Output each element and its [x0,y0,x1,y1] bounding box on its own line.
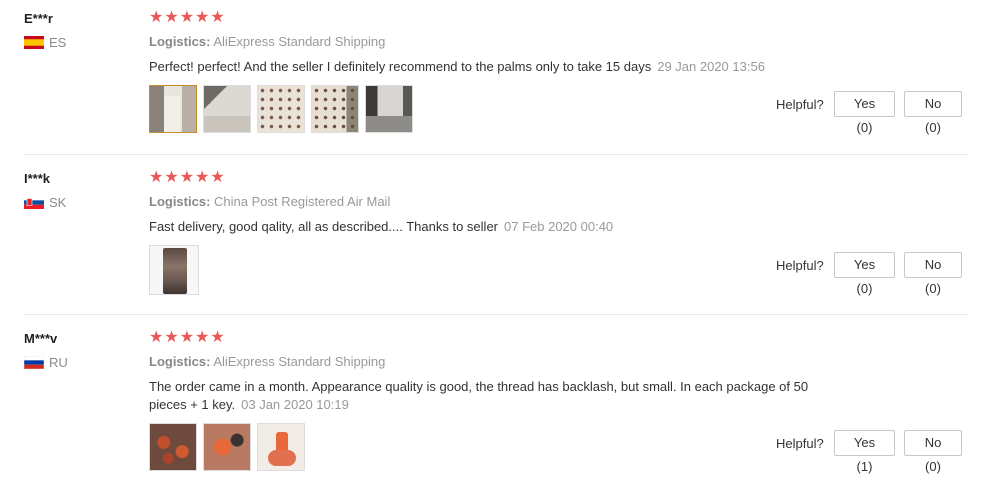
reviewer-country: ES [24,35,66,50]
spain-flag-icon [24,36,44,49]
review-comment: Fast delivery, good qality, all as descr… [149,218,849,236]
helpful-yes-button[interactable]: Yes (0) [834,91,895,135]
review-divider [24,154,968,155]
reviewer-name: E***r [24,11,53,26]
reviewer-country: SK [24,195,66,210]
review-photos [149,423,305,471]
reviewer-name: I***k [24,171,51,186]
helpful-yes-button[interactable]: Yes (0) [834,252,895,296]
logistics-label: Logistics: [149,354,211,369]
star-rating: ★★★★★ [149,329,226,346]
comment-text: Perfect! perfect! And the seller I defin… [149,59,652,74]
review-photos [149,85,413,133]
logistics-value: AliExpress Standard Shipping [213,354,386,369]
helpful-label: Helpful? [776,436,824,451]
review-photo-thumbnail[interactable] [257,85,305,133]
comment-text: Fast delivery, good qality, all as descr… [149,219,499,234]
review-comment: The order came in a month. Appearance qu… [149,378,849,414]
review-date: 07 Feb 2020 00:40 [504,219,614,234]
review-photo-thumbnail[interactable] [149,85,197,133]
logistics-info: Logistics: AliExpress Standard Shipping [149,354,385,369]
review-photo-thumbnail[interactable] [203,423,251,471]
country-code: SK [49,195,67,210]
russia-flag-icon [23,355,45,370]
helpful-no-button[interactable]: No (0) [904,252,962,296]
logistics-label: Logistics: [149,34,211,49]
country-code: ES [49,35,67,50]
helpful-no-button[interactable]: No (0) [904,91,962,135]
logistics-value: China Post Registered Air Mail [214,194,391,209]
country-code: RU [49,355,68,370]
helpful-no-button[interactable]: No (0) [904,430,962,474]
review-photo-thumbnail[interactable] [149,423,197,471]
review-divider [24,314,968,315]
helpful-label: Helpful? [776,258,824,273]
review-photo-thumbnail[interactable] [149,245,199,295]
review-photo-thumbnail[interactable] [365,85,413,133]
logistics-info: Logistics: China Post Registered Air Mai… [149,194,390,209]
review-photo-thumbnail[interactable] [203,85,251,133]
helpful-yes-button[interactable]: Yes (1) [834,430,895,474]
slovakia-flag-icon [24,196,44,209]
review-photo-thumbnail[interactable] [257,423,305,471]
logistics-label: Logistics: [149,194,211,209]
review-photo-thumbnail[interactable] [311,85,359,133]
logistics-value: AliExpress Standard Shipping [213,34,386,49]
reviewer-country: RU [23,355,68,370]
reviewer-name: M***v [24,331,58,346]
star-rating: ★★★★★ [149,169,226,186]
review-date: 03 Jan 2020 10:19 [241,397,349,412]
review-comment: Perfect! perfect! And the seller I defin… [149,58,849,76]
star-rating: ★★★★★ [149,9,226,26]
review-photos [149,245,199,295]
review-date: 29 Jan 2020 13:56 [657,59,765,74]
logistics-info: Logistics: AliExpress Standard Shipping [149,34,385,49]
helpful-label: Helpful? [776,97,824,112]
